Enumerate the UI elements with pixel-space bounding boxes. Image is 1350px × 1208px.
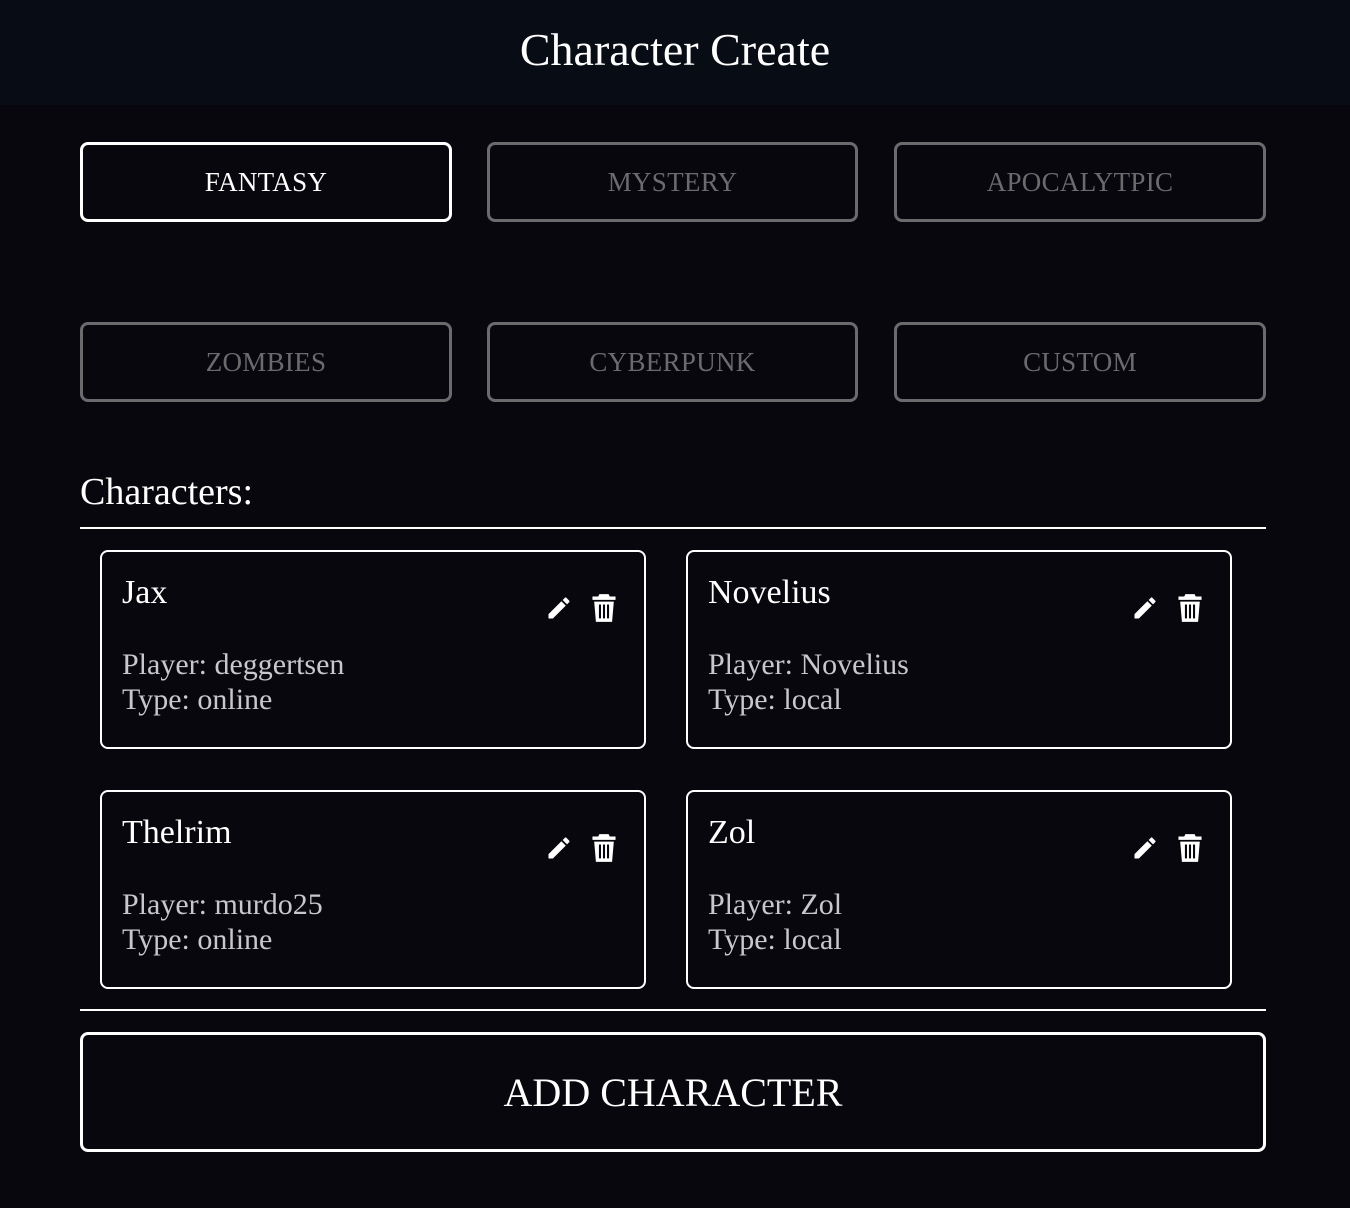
add-character-button[interactable]: ADD CHARACTER: [80, 1032, 1266, 1152]
delete-character-button[interactable]: [589, 832, 619, 864]
divider-top: [80, 527, 1266, 529]
character-player: Player: Zol: [708, 888, 843, 921]
edit-character-button[interactable]: [1130, 592, 1160, 624]
character-card: Novelius Player: Novelius Type: local: [686, 550, 1232, 749]
character-card: Thelrim Player: murdo25 Type: online: [100, 790, 646, 989]
character-name: Thelrim: [122, 814, 232, 851]
edit-character-button[interactable]: [1130, 832, 1160, 864]
pencil-icon: [548, 597, 570, 619]
page-title: Character Create: [519, 24, 831, 75]
character-name: Zol: [708, 814, 756, 851]
edit-character-button[interactable]: [544, 592, 574, 624]
character-type: Type: online: [122, 923, 273, 956]
app-header: Character Create: [0, 0, 1350, 105]
delete-character-button[interactable]: [1175, 832, 1205, 864]
trash-icon: [1178, 594, 1202, 622]
character-type: Type: online: [122, 683, 273, 716]
character-player: Player: murdo25: [122, 888, 323, 921]
genre-button-cyberpunk[interactable]: CYBERPUNK: [487, 322, 858, 402]
character-type: Type: local: [708, 923, 842, 956]
character-card: Jax Player: deggertsen Type: online: [100, 550, 646, 749]
pencil-icon: [1134, 597, 1156, 619]
character-player: Player: Novelius: [708, 648, 909, 681]
genre-button-mystery[interactable]: MYSTERY: [487, 142, 858, 222]
pencil-icon: [548, 837, 570, 859]
character-player: Player: deggertsen: [122, 648, 345, 681]
trash-icon: [592, 834, 616, 862]
character-type: Type: local: [708, 683, 842, 716]
genre-button-fantasy[interactable]: FANTASY: [80, 142, 452, 222]
trash-icon: [1178, 834, 1202, 862]
divider-bottom: [80, 1009, 1266, 1011]
character-name: Novelius: [708, 574, 831, 611]
trash-icon: [592, 594, 616, 622]
edit-character-button[interactable]: [544, 832, 574, 864]
pencil-icon: [1134, 837, 1156, 859]
delete-character-button[interactable]: [1175, 592, 1205, 624]
delete-character-button[interactable]: [589, 592, 619, 624]
genre-button-zombies[interactable]: ZOMBIES: [80, 322, 452, 402]
character-name: Jax: [122, 574, 168, 611]
genre-button-custom[interactable]: CUSTOM: [894, 322, 1266, 402]
character-card: Zol Player: Zol Type: local: [686, 790, 1232, 989]
characters-heading: Characters:: [80, 471, 254, 513]
genre-button-apocalyptic[interactable]: APOCALYTPIC: [894, 142, 1266, 222]
